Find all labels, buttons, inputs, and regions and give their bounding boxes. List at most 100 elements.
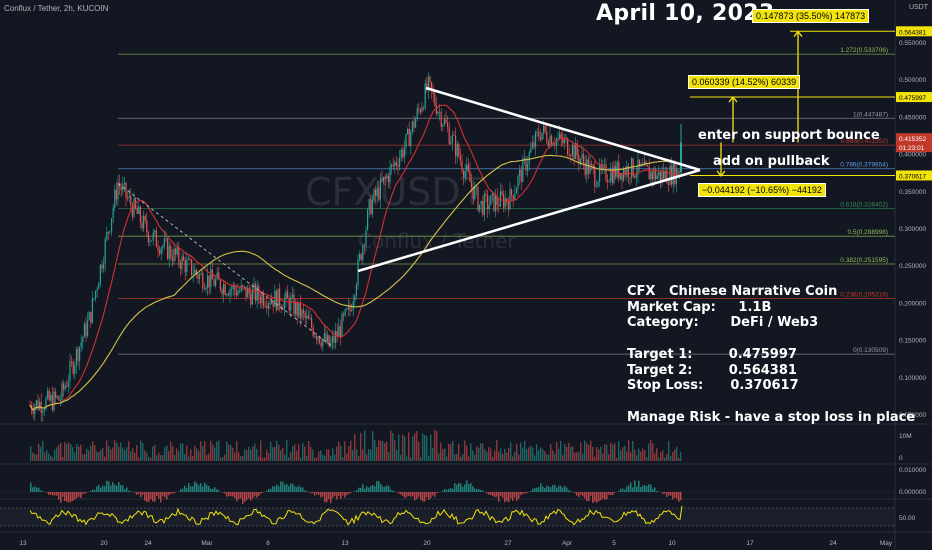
candle-body (581, 154, 583, 159)
candle-body (197, 274, 199, 279)
volume-bar (110, 449, 112, 461)
macd-bar (288, 486, 290, 492)
candle-body (91, 298, 93, 323)
macd-bar (508, 492, 510, 503)
volume-bar (256, 448, 258, 461)
candle-body (223, 284, 225, 295)
volume-bar (260, 440, 262, 461)
macd-bar (178, 491, 180, 492)
candle-body (306, 315, 308, 318)
macd-bar (550, 487, 552, 492)
candle-body (127, 197, 129, 199)
candle-body (539, 136, 541, 140)
candle-body (43, 409, 45, 411)
dashed-trendline (117, 182, 334, 348)
macd-bar (610, 492, 612, 496)
macd-bar (294, 486, 296, 492)
volume-bar (624, 445, 626, 461)
macd-bar (586, 492, 588, 502)
volume-bar (666, 454, 668, 461)
macd-bar (78, 492, 80, 497)
volume-bar (270, 441, 272, 461)
candle-body (615, 165, 617, 177)
price-tick: 0.400000 (899, 152, 926, 159)
volume-bar (660, 452, 662, 461)
volume-bar (56, 447, 58, 461)
volume-bar (150, 457, 152, 461)
macd-bar (142, 492, 144, 495)
candle-body (386, 175, 388, 179)
macd-bar (460, 483, 462, 492)
volume-bar (390, 430, 392, 461)
candle-body (319, 337, 321, 343)
macd-bar (568, 490, 570, 492)
macd-bar (416, 492, 418, 499)
volume-bar (576, 452, 578, 461)
macd-bar (114, 484, 116, 492)
macd-bar (118, 481, 120, 492)
volume-bar (42, 440, 44, 461)
volume-bar (224, 454, 226, 461)
trade-info-block: CFX Chinese Narrative Coin Market Cap: 1… (627, 284, 915, 425)
volume-bar (430, 434, 432, 461)
volume-bar (276, 440, 278, 461)
macd-bar (254, 492, 256, 497)
macd-bar (200, 483, 202, 492)
volume-bar (40, 446, 42, 461)
macd-bar (256, 492, 258, 498)
candle-body (103, 263, 105, 269)
macd-bar (606, 492, 608, 500)
volume-bar (316, 457, 318, 461)
candle-body (365, 229, 367, 246)
candle-body (391, 164, 393, 168)
macd-bar (638, 480, 640, 492)
macd-bar (464, 484, 466, 492)
candle-body (229, 289, 231, 296)
macd-bar (238, 492, 240, 499)
target1-measure-callout[interactable]: 0.060339 (14.52%) 60339 (688, 75, 801, 89)
candle-body (173, 248, 175, 262)
macd-bar (40, 490, 42, 492)
macd-bar (186, 487, 188, 492)
volume-bar (248, 446, 250, 461)
candle-body (656, 175, 658, 180)
volume-bar (602, 453, 604, 461)
macd-bar (258, 492, 260, 497)
candle-body (79, 346, 81, 362)
candle-body (120, 186, 122, 191)
price-tick: 0.450000 (899, 114, 926, 121)
candle-body (178, 247, 180, 263)
macd-bar (554, 484, 556, 492)
volume-bar (350, 440, 352, 461)
candle-body (531, 142, 533, 149)
macd-bar (430, 492, 432, 499)
target2-measure-callout[interactable]: 0.147873 (35.50%) 147873 (752, 9, 870, 23)
candle-body (363, 245, 365, 247)
macd-bar (648, 484, 650, 492)
candle-body (383, 176, 385, 182)
volume-bar (614, 443, 616, 461)
macd-bar (370, 486, 372, 492)
volume-bar (164, 447, 166, 461)
candle-body (648, 166, 650, 180)
candle-body (224, 284, 226, 295)
volume-bar (154, 444, 156, 461)
volume-bar (670, 456, 672, 461)
volume-bar (532, 447, 534, 461)
candle-body (320, 342, 322, 347)
candle-body (669, 166, 671, 185)
candle-body (61, 383, 63, 400)
candle-body (128, 195, 130, 198)
candle-body (522, 158, 524, 183)
macd-bar (328, 492, 330, 499)
volume-bar (554, 453, 556, 461)
macd-bar (400, 492, 402, 495)
macd-bar (348, 492, 350, 494)
macd-bar (604, 492, 606, 500)
macd-bar (626, 486, 628, 492)
macd-bar (232, 492, 234, 497)
macd-bar (472, 486, 474, 492)
candle-body (143, 215, 145, 229)
macd-bar (196, 483, 198, 492)
stoploss-measure-callout[interactable]: −0.044192 (−10.65%) −44192 (698, 183, 826, 197)
